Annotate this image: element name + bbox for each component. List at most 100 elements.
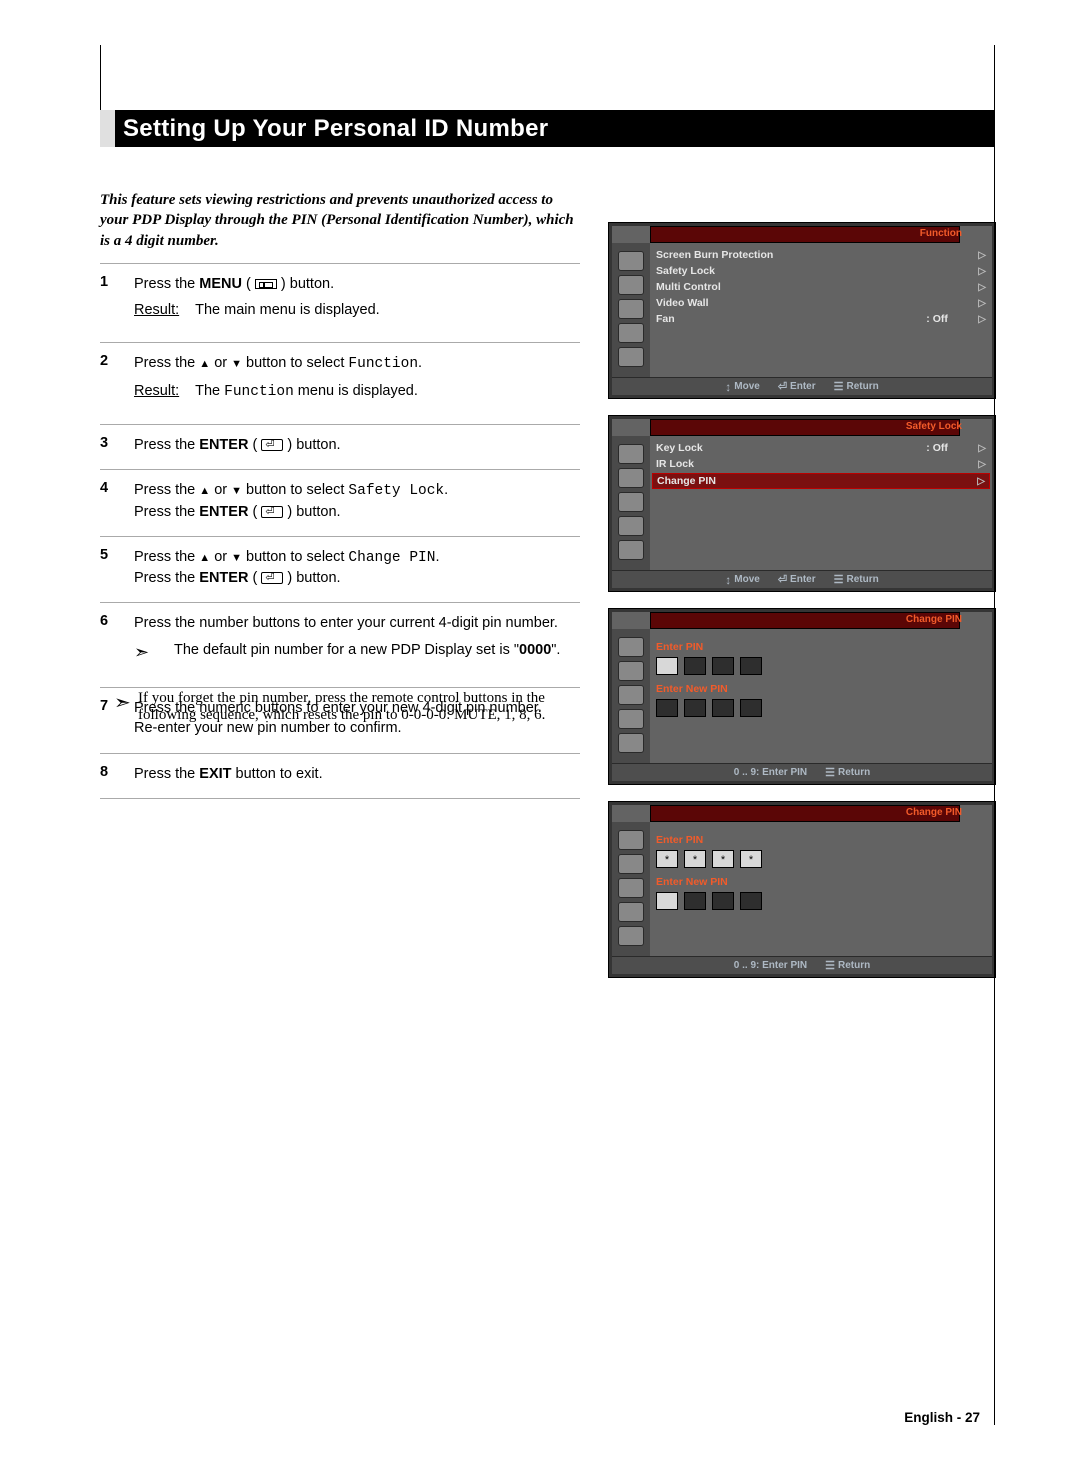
page-title: Setting Up Your Personal ID Number — [115, 115, 548, 143]
pin-digit — [712, 657, 734, 675]
up-icon — [199, 355, 210, 371]
pin-digit — [684, 657, 706, 675]
osd-icon — [618, 468, 644, 488]
osd-row: Multi Control▷ — [656, 279, 986, 295]
chevron-right-icon: ▷ — [978, 459, 986, 470]
step-8: 8 Press the EXIT button to exit. — [100, 764, 580, 786]
pin-digit — [740, 892, 762, 910]
step-2-result: Result: The Function menu is displayed. — [134, 375, 580, 410]
separator — [100, 263, 580, 264]
move-icon — [725, 573, 731, 587]
pin-digit — [656, 699, 678, 717]
pin-digit: * — [684, 850, 706, 868]
osd-icon — [618, 709, 644, 729]
osd-row: Screen Burn Protection▷ — [656, 247, 986, 263]
return-icon — [834, 380, 844, 393]
note-arrow-icon: ➣ — [134, 640, 174, 665]
osd-icon — [618, 661, 644, 681]
osd-list: Enter PIN Enter New PIN — [650, 629, 992, 763]
separator — [100, 342, 580, 343]
enter-icon — [261, 439, 283, 451]
step-6: 6 Press the number buttons to enter your… — [100, 613, 580, 674]
move-icon — [725, 380, 731, 394]
return-icon — [834, 573, 844, 586]
osd-title: Change PIN — [906, 807, 962, 818]
osd-icon-col — [612, 243, 650, 377]
osd-change-pin-1: Change PIN Enter PIN — [608, 608, 996, 785]
step-2: 2 Press the or button to select Function… — [100, 353, 580, 412]
enter-icon — [778, 573, 787, 586]
osd-icon — [618, 733, 644, 753]
enter-new-pin-label: Enter New PIN — [656, 683, 986, 695]
enter-pin-boxes: * * * * — [656, 850, 986, 868]
osd-change-pin-2: Change PIN Enter PIN * * * * — [608, 801, 996, 978]
chevron-right-icon: ▷ — [978, 443, 986, 454]
page-border — [994, 45, 995, 1425]
enter-pin-boxes — [656, 657, 986, 675]
osd-icon-col — [612, 436, 650, 570]
up-icon — [199, 549, 210, 565]
chevron-right-icon: ▷ — [978, 314, 986, 325]
osd-icon — [618, 516, 644, 536]
osd-icon — [618, 902, 644, 922]
osd-icon — [618, 492, 644, 512]
pin-digit: * — [712, 850, 734, 868]
chevron-right-icon: ▷ — [977, 476, 985, 487]
new-pin-boxes — [656, 892, 986, 910]
step-3: 3 Press the ENTER ( ) button. — [100, 435, 580, 457]
separator — [100, 687, 580, 688]
osd-row: Key Lock: Off▷ — [656, 440, 986, 456]
osd-icon-col — [612, 822, 650, 956]
osd-footer: Move Enter Return — [612, 377, 992, 395]
osd-icon-col — [612, 629, 650, 763]
chevron-right-icon: ▷ — [978, 282, 986, 293]
osd-title: Safety Lock — [906, 421, 962, 432]
separator — [100, 536, 580, 537]
step-1: 1 Press the MENU ( ) button. Result: The… — [100, 274, 580, 331]
osd-icon — [618, 685, 644, 705]
footnote: ➣ If you forget the pin number, press th… — [114, 690, 574, 724]
pin-digit — [656, 657, 678, 675]
enter-icon — [261, 572, 283, 584]
step-5: 5 Press the or button to select Change P… — [100, 547, 580, 591]
osd-list: Screen Burn Protection▷Safety Lock▷Multi… — [650, 243, 992, 377]
enter-icon — [261, 506, 283, 518]
chevron-right-icon: ▷ — [978, 250, 986, 261]
step-6-note: ➣ The default pin number for a new PDP D… — [134, 634, 580, 673]
enter-pin-label: Enter PIN — [656, 834, 986, 846]
up-icon — [199, 482, 210, 498]
osd-list: Enter PIN * * * * Enter New PIN — [650, 822, 992, 956]
separator — [100, 798, 580, 799]
separator — [100, 753, 580, 754]
osd-footer: 0 .. 9: Enter PIN Return — [612, 763, 992, 781]
intro-text: This feature sets viewing restrictions a… — [100, 190, 580, 251]
step-4: 4 Press the or button to select Safety L… — [100, 480, 580, 524]
down-icon — [231, 549, 242, 565]
osd-icon — [618, 444, 644, 464]
pin-digit — [712, 892, 734, 910]
separator — [100, 469, 580, 470]
osd-icon — [618, 540, 644, 560]
osd-title: Function — [920, 228, 962, 239]
osd-footer: 0 .. 9: Enter PIN Return — [612, 956, 992, 974]
pin-digit: * — [656, 850, 678, 868]
osd-icon — [618, 854, 644, 874]
pin-digit — [684, 699, 706, 717]
osd-icon — [618, 830, 644, 850]
chevron-right-icon: ▷ — [978, 298, 986, 309]
step-1-result: Result: The main menu is displayed. — [134, 294, 580, 328]
enter-new-pin-label: Enter New PIN — [656, 876, 986, 888]
osd-row: Fan: Off▷ — [656, 311, 986, 327]
pin-digit: * — [740, 850, 762, 868]
osd-list: Key Lock: Off▷IR Lock▷Change PIN▷ — [650, 436, 992, 570]
pin-digit — [684, 892, 706, 910]
pin-digit — [656, 892, 678, 910]
osd-icon — [618, 878, 644, 898]
osd-icon — [618, 299, 644, 319]
down-icon — [231, 355, 242, 371]
osd-title: Change PIN — [906, 614, 962, 625]
separator — [100, 424, 580, 425]
osd-row: Change PIN▷ — [652, 473, 990, 489]
osd-row: Video Wall▷ — [656, 295, 986, 311]
pin-digit — [712, 699, 734, 717]
